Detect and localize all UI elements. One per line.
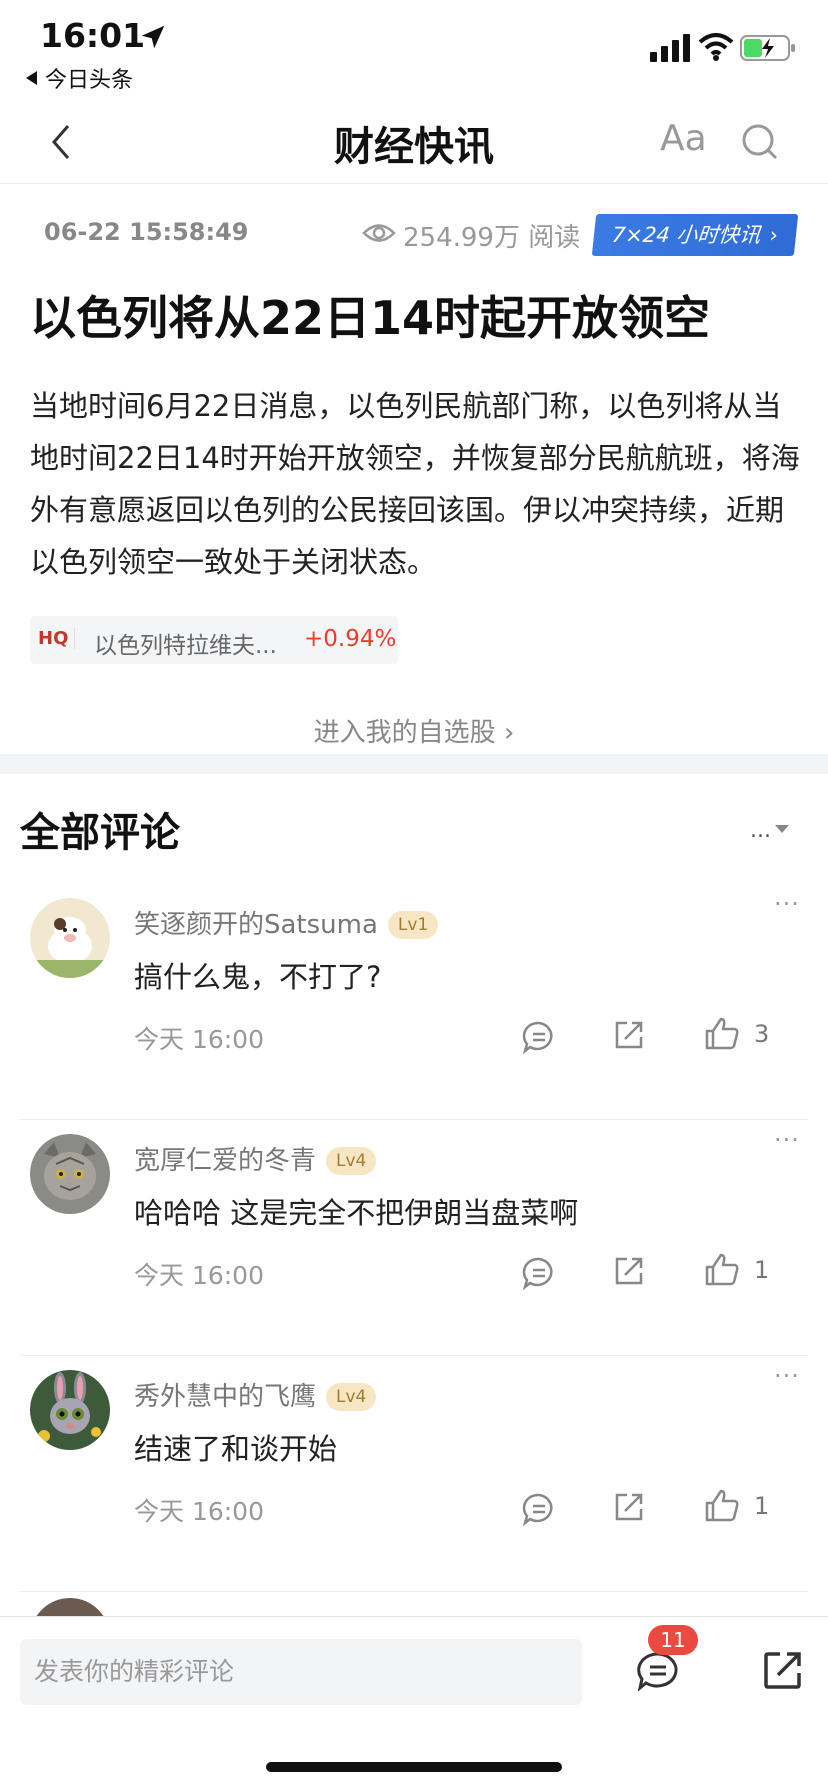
font-size-button[interactable]: Aa: [660, 118, 707, 159]
article-headline: 以色列将从22日14时起开放领空: [30, 291, 711, 345]
thumbs-up-icon[interactable]: [704, 1488, 740, 1524]
comment-item: 笑逐颜开的Satsuma Lv1 ··· 搞什么鬼，不打了? 今天 16:00 3: [0, 884, 828, 1120]
like-count: 3: [754, 1020, 770, 1048]
comment-item: 秀外慧中的飞鹰 Lv4 ··· 结速了和谈开始 今天 16:00 1: [0, 1356, 828, 1592]
comment-time: 今天 16:00: [134, 1497, 264, 1526]
level-badge: Lv4: [326, 1383, 377, 1411]
username-label: 秀外慧中的飞鹰: [134, 1382, 317, 1412]
dropdown-arrow-icon: [774, 825, 789, 833]
avatar[interactable]: [30, 1370, 110, 1450]
more-options-icon[interactable]: ···: [774, 1362, 800, 1390]
home-indicator[interactable]: [266, 1762, 562, 1772]
section-divider: [0, 754, 828, 774]
location-arrow-icon: [141, 25, 165, 49]
news-7x24-badge[interactable]: 7×24 小时快讯 ›: [591, 214, 799, 256]
hq-tag: HQ: [38, 628, 76, 649]
back-app-label: 今日头条: [45, 68, 134, 93]
thumbs-up-icon[interactable]: [704, 1252, 740, 1288]
thumbs-up-icon[interactable]: [704, 1016, 740, 1052]
comment-count-badge: 11: [648, 1625, 698, 1655]
comment-item: 宽厚仁爱的冬青 Lv4 ··· 哈哈哈 这是完全不把伊朗当盘菜啊 今天 16:00…: [0, 1120, 828, 1356]
chevron-right-icon: ›: [503, 718, 515, 748]
share-icon[interactable]: [612, 1490, 646, 1524]
back-triangle-icon: [26, 71, 37, 85]
cellular-signal-icon: [650, 34, 690, 62]
comment-divider: [20, 1591, 808, 1592]
wifi-icon: [698, 33, 734, 61]
level-badge: Lv1: [387, 911, 439, 939]
avatar[interactable]: [30, 1134, 110, 1214]
article-body: 当地时间6月22日消息，以色列民航部门称，以色列将从当地时间22日14时开始开放…: [30, 389, 800, 579]
username-label: 笑逐颜开的Satsuma: [134, 910, 378, 940]
sort-label: ...: [750, 818, 771, 843]
comments-title: 全部评论: [20, 810, 180, 856]
comment-text: 哈哈哈 这是完全不把伊朗当盘菜啊: [134, 1196, 579, 1230]
comment-text: 搞什么鬼，不打了?: [134, 960, 382, 994]
avatar[interactable]: [30, 898, 110, 978]
share-icon[interactable]: [612, 1018, 646, 1052]
article-datetime: 06-22 15:58:49: [44, 218, 249, 246]
stock-change: +0.94%: [304, 626, 397, 652]
search-icon[interactable]: [738, 120, 782, 164]
level-badge: Lv4: [326, 1147, 377, 1175]
chevron-right-icon: ›: [768, 223, 780, 247]
comment-username[interactable]: 笑逐颜开的Satsuma Lv1: [134, 904, 439, 941]
stock-name: 以色列特拉维夫...: [94, 633, 277, 659]
battery-icon: [740, 35, 795, 61]
reply-icon[interactable]: [522, 1492, 556, 1526]
comment-input[interactable]: 发表你的精彩评论: [20, 1639, 582, 1705]
watchlist-label: 进入我的自选股: [313, 718, 496, 748]
comment-text: 结速了和谈开始: [134, 1432, 338, 1466]
like-count: 1: [754, 1492, 770, 1520]
like-count: 1: [754, 1256, 770, 1284]
watchlist-link[interactable]: 进入我的自选股 ›: [0, 712, 828, 749]
share-icon[interactable]: [612, 1254, 646, 1288]
more-options-icon[interactable]: ···: [774, 1126, 800, 1154]
comments-icon[interactable]: [636, 1651, 680, 1691]
username-label: 宽厚仁爱的冬青: [134, 1146, 317, 1176]
status-time: 16:01: [40, 16, 146, 55]
read-count: 254.99万 阅读: [403, 223, 581, 253]
comment-username[interactable]: 秀外慧中的飞鹰 Lv4: [134, 1376, 377, 1413]
comment-username[interactable]: 宽厚仁爱的冬青 Lv4: [134, 1140, 377, 1177]
reply-icon[interactable]: [522, 1020, 556, 1054]
eye-icon: [362, 224, 396, 242]
back-to-app-link[interactable]: 今日头条: [26, 62, 133, 94]
more-options-icon[interactable]: ···: [774, 890, 800, 918]
badge-label: 7×24 小时快讯: [610, 223, 762, 247]
stock-quote-chip[interactable]: HQ 以色列特拉维夫... +0.94%: [30, 616, 398, 664]
nav-bar: 财经快讯 Aa: [0, 100, 828, 184]
status-bar: 16:01 今日头条: [0, 0, 828, 96]
share-icon[interactable]: [762, 1649, 804, 1691]
comment-sort-button[interactable]: ...: [750, 818, 789, 843]
article-meta: 06-22 15:58:49 254.99万 阅读 7×24 小时快讯 ›: [0, 210, 828, 256]
reply-icon[interactable]: [522, 1256, 556, 1290]
comment-time: 今天 16:00: [134, 1261, 264, 1290]
comment-time: 今天 16:00: [134, 1025, 264, 1054]
